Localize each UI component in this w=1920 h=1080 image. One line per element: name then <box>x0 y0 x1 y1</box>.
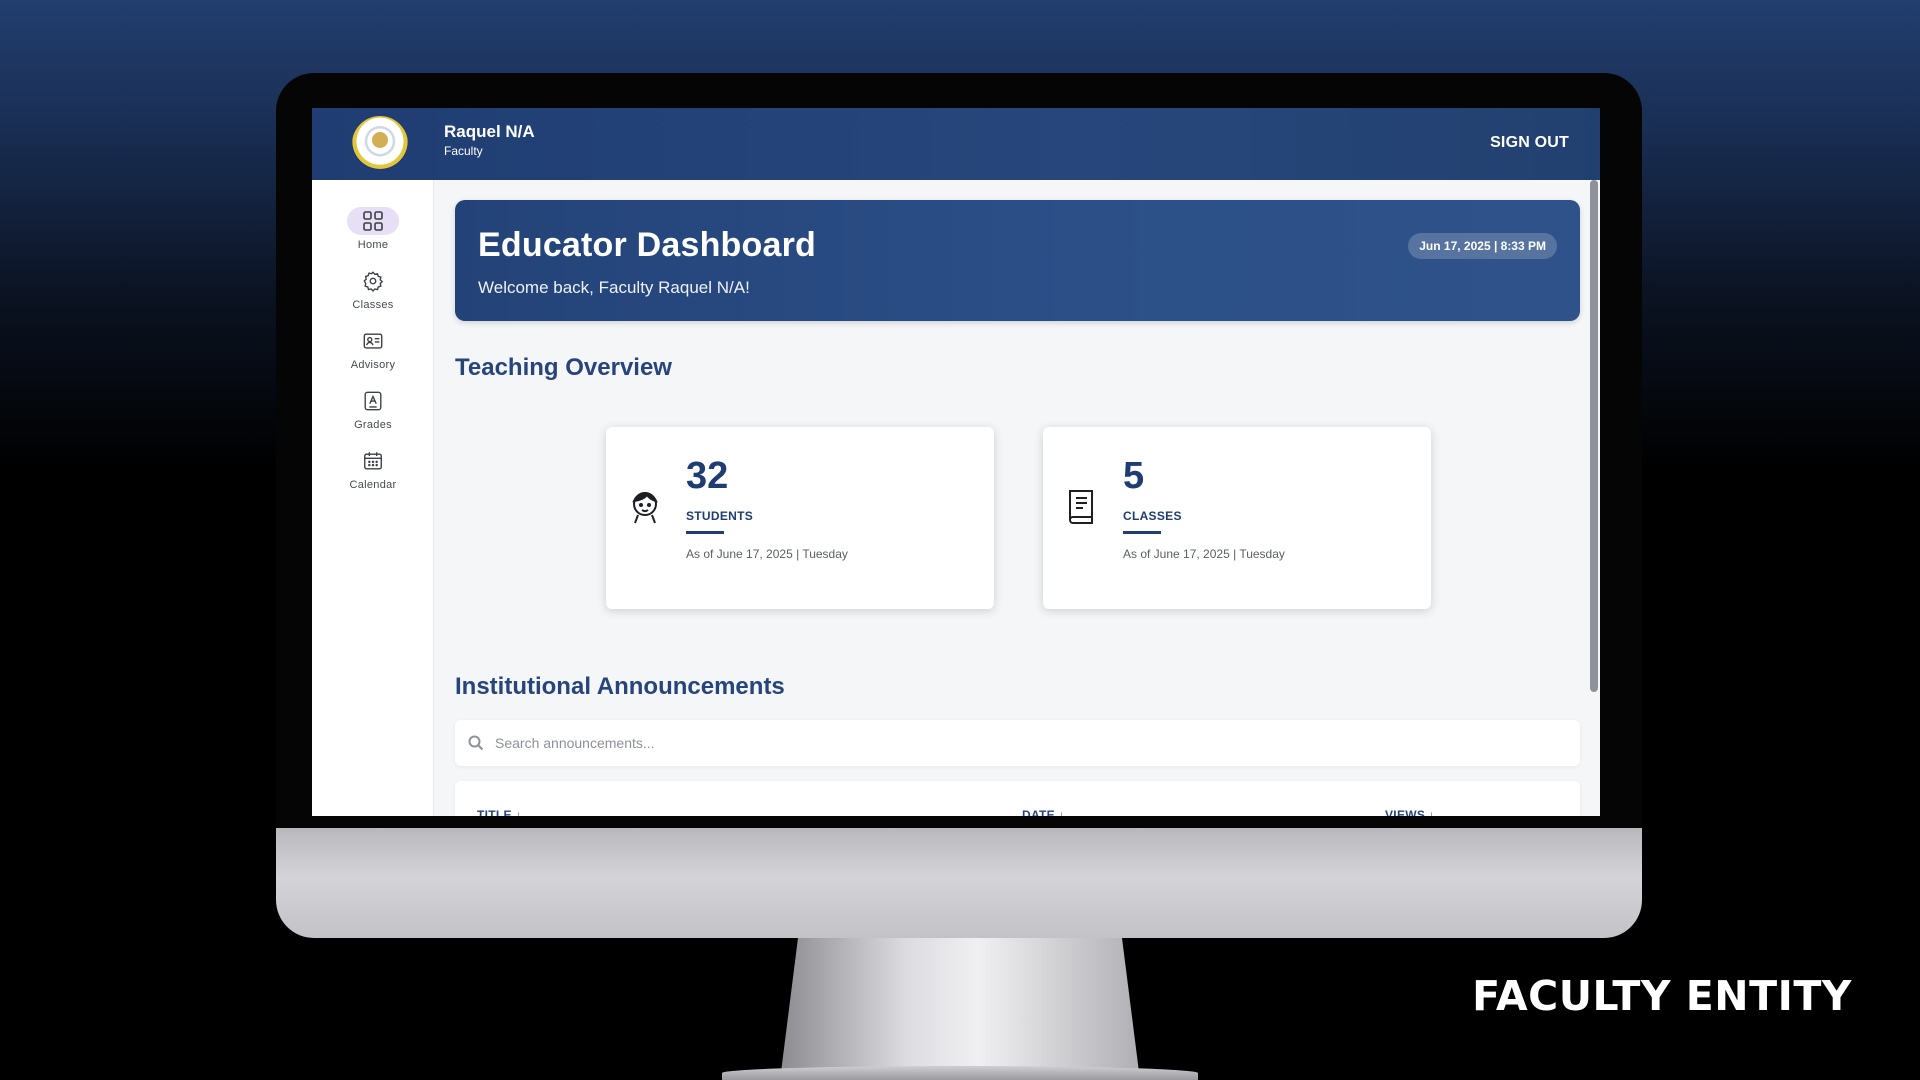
student-icon <box>624 485 666 527</box>
scrollbar[interactable] <box>1590 180 1598 692</box>
column-header-title[interactable]: TITLE ↓ <box>477 808 522 816</box>
students-label: STUDENTS <box>686 509 754 523</box>
column-header-views[interactable]: VIEWS ↓ <box>1385 808 1435 816</box>
sidebar-item-grades[interactable]: Grades <box>312 387 434 439</box>
sidebar: Home Classes Advisory Grades Calendar <box>312 180 434 816</box>
sidebar-item-home[interactable]: Home <box>312 207 434 259</box>
grade-badge-icon <box>347 387 399 415</box>
section-title-overview: Teaching Overview <box>455 354 672 381</box>
sidebar-item-label: Classes <box>352 299 394 311</box>
stat-card-students[interactable]: 32 STUDENTS As of June 17, 2025 | Tuesda… <box>606 427 994 609</box>
announcement-search <box>455 720 1580 766</box>
welcome-message: Welcome back, Faculty Raquel N/A! <box>478 278 750 297</box>
user-block: Raquel N/A Faculty <box>444 121 535 158</box>
sidebar-item-label: Home <box>357 239 389 251</box>
sidebar-item-classes[interactable]: Classes <box>312 267 434 319</box>
monitor-base <box>722 1066 1198 1080</box>
sidebar-item-label: Advisory <box>350 359 396 371</box>
app-screen: Raquel N/A Faculty SIGN OUT Home Classes <box>312 108 1600 816</box>
sidebar-item-label: Calendar <box>349 479 397 491</box>
section-title-announcements: Institutional Announcements <box>455 673 785 700</box>
calendar-icon <box>347 447 399 475</box>
id-card-icon <box>347 327 399 355</box>
label-underline <box>686 531 724 534</box>
user-role: Faculty <box>444 144 483 158</box>
gear-icon <box>347 267 399 295</box>
classes-label: CLASSES <box>1123 509 1182 523</box>
top-bar: Raquel N/A Faculty SIGN OUT <box>312 108 1600 180</box>
datetime-badge: Jun 17, 2025 | 8:33 PM <box>1408 233 1557 259</box>
sidebar-item-advisory[interactable]: Advisory <box>312 327 434 379</box>
announcements-table: TITLE ↓ DATE ↓ VIEWS ↓ <box>455 781 1580 816</box>
main-content: Educator Dashboard Welcome back, Faculty… <box>435 180 1600 816</box>
user-name: Raquel N/A <box>444 122 535 141</box>
page-title: Educator Dashboard <box>478 226 816 264</box>
stat-card-classes[interactable]: 5 CLASSES As of June 17, 2025 | Tuesday <box>1043 427 1431 609</box>
column-header-date[interactable]: DATE ↓ <box>1022 808 1065 816</box>
students-count: 32 <box>686 455 729 497</box>
monitor-chin <box>276 828 1642 938</box>
sidebar-item-calendar[interactable]: Calendar <box>312 447 434 499</box>
dashboard-hero: Educator Dashboard Welcome back, Faculty… <box>455 200 1580 321</box>
school-logo <box>352 116 408 172</box>
search-input[interactable] <box>495 728 1565 758</box>
book-icon <box>1061 485 1103 527</box>
sign-out-button[interactable]: SIGN OUT <box>1488 128 1571 158</box>
caption: FACULTY ENTITY <box>1472 972 1852 1020</box>
search-icon <box>467 734 485 752</box>
students-as-of: As of June 17, 2025 | Tuesday <box>686 547 848 561</box>
sidebar-item-label: Grades <box>354 419 392 431</box>
label-underline <box>1123 531 1161 534</box>
classes-count: 5 <box>1123 455 1145 497</box>
monitor-stand <box>780 938 1140 1080</box>
classes-as-of: As of June 17, 2025 | Tuesday <box>1123 547 1285 561</box>
grid-icon <box>347 207 399 235</box>
